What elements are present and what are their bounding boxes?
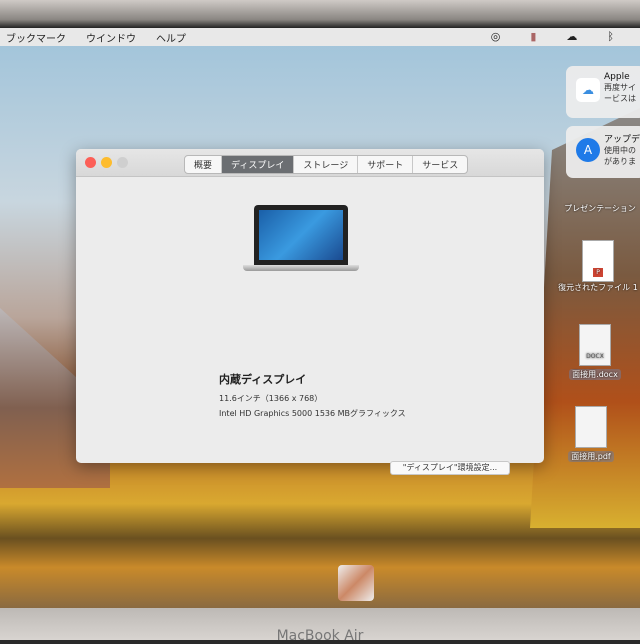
screen-bezel-top bbox=[0, 0, 640, 28]
app-icon[interactable]: ▮ bbox=[530, 30, 536, 43]
menu-bar: ブックマーク ウインドウ ヘルプ ◎ ▮ ☁ ᛒ bbox=[0, 28, 640, 46]
about-this-mac-window: 概要 ディスプレイ ストレージ サポート サービス 内蔵ディスプレイ 11.6イ… bbox=[76, 149, 544, 475]
notification-app-store[interactable]: A アップデ 使用中の がありま bbox=[566, 126, 640, 178]
powerpoint-file-icon: P bbox=[582, 240, 614, 282]
tab-storage[interactable]: ストレージ bbox=[294, 156, 359, 173]
cloud-upload-icon[interactable]: ☁ bbox=[566, 30, 577, 43]
close-button[interactable] bbox=[85, 157, 96, 168]
menu-help[interactable]: ヘルプ bbox=[156, 30, 186, 45]
icloud-icon: ☁ bbox=[576, 78, 600, 102]
creative-cloud-icon[interactable]: ◎ bbox=[491, 30, 501, 43]
tab-overview[interactable]: 概要 bbox=[185, 156, 223, 173]
display-preferences-button[interactable]: "ディスプレイ"環境設定... bbox=[390, 461, 510, 475]
display-title: 内蔵ディスプレイ bbox=[219, 373, 307, 386]
desktop-icon-docx[interactable]: DOCX 面接用.docx bbox=[560, 324, 630, 380]
app-store-icon: A bbox=[576, 138, 600, 162]
desktop-icon-presentation[interactable]: プレゼンテーション bbox=[560, 203, 640, 214]
tab-bar: 概要 ディスプレイ ストレージ サポート サービス bbox=[184, 155, 469, 174]
desktop-icon-pdf[interactable]: 面接用.pdf bbox=[556, 406, 626, 462]
dock-app-icon[interactable] bbox=[338, 565, 374, 601]
notification-icloud[interactable]: ☁ Apple 再度サイ ービスは bbox=[566, 66, 640, 118]
tab-displays[interactable]: ディスプレイ bbox=[222, 156, 295, 173]
menu-bookmarks[interactable]: ブックマーク bbox=[6, 30, 66, 45]
pdf-file-icon bbox=[575, 406, 607, 448]
macbook-display-icon bbox=[243, 205, 359, 271]
desktop-icon-recovered-file[interactable]: P 復元されたファイル 1 bbox=[556, 240, 640, 293]
docx-file-icon: DOCX bbox=[579, 324, 611, 366]
title-bar[interactable]: 概要 ディスプレイ ストレージ サポート サービス bbox=[76, 149, 544, 177]
zoom-button[interactable] bbox=[117, 157, 128, 168]
minimize-button[interactable] bbox=[101, 157, 112, 168]
menu-window[interactable]: ウインドウ bbox=[86, 30, 136, 45]
tab-support[interactable]: サポート bbox=[358, 156, 414, 173]
desktop: ブックマーク ウインドウ ヘルプ ◎ ▮ ☁ ᛒ ☁ Apple 再度サイ ービ… bbox=[0, 28, 640, 608]
display-size: 11.6インチ（1366 x 768） bbox=[219, 394, 323, 403]
bezel-label: MacBook Air bbox=[0, 608, 640, 644]
tab-service[interactable]: サービス bbox=[413, 156, 467, 173]
bluetooth-icon[interactable]: ᛒ bbox=[607, 30, 614, 43]
graphics-info: Intel HD Graphics 5000 1536 MBグラフィックス bbox=[219, 409, 406, 418]
